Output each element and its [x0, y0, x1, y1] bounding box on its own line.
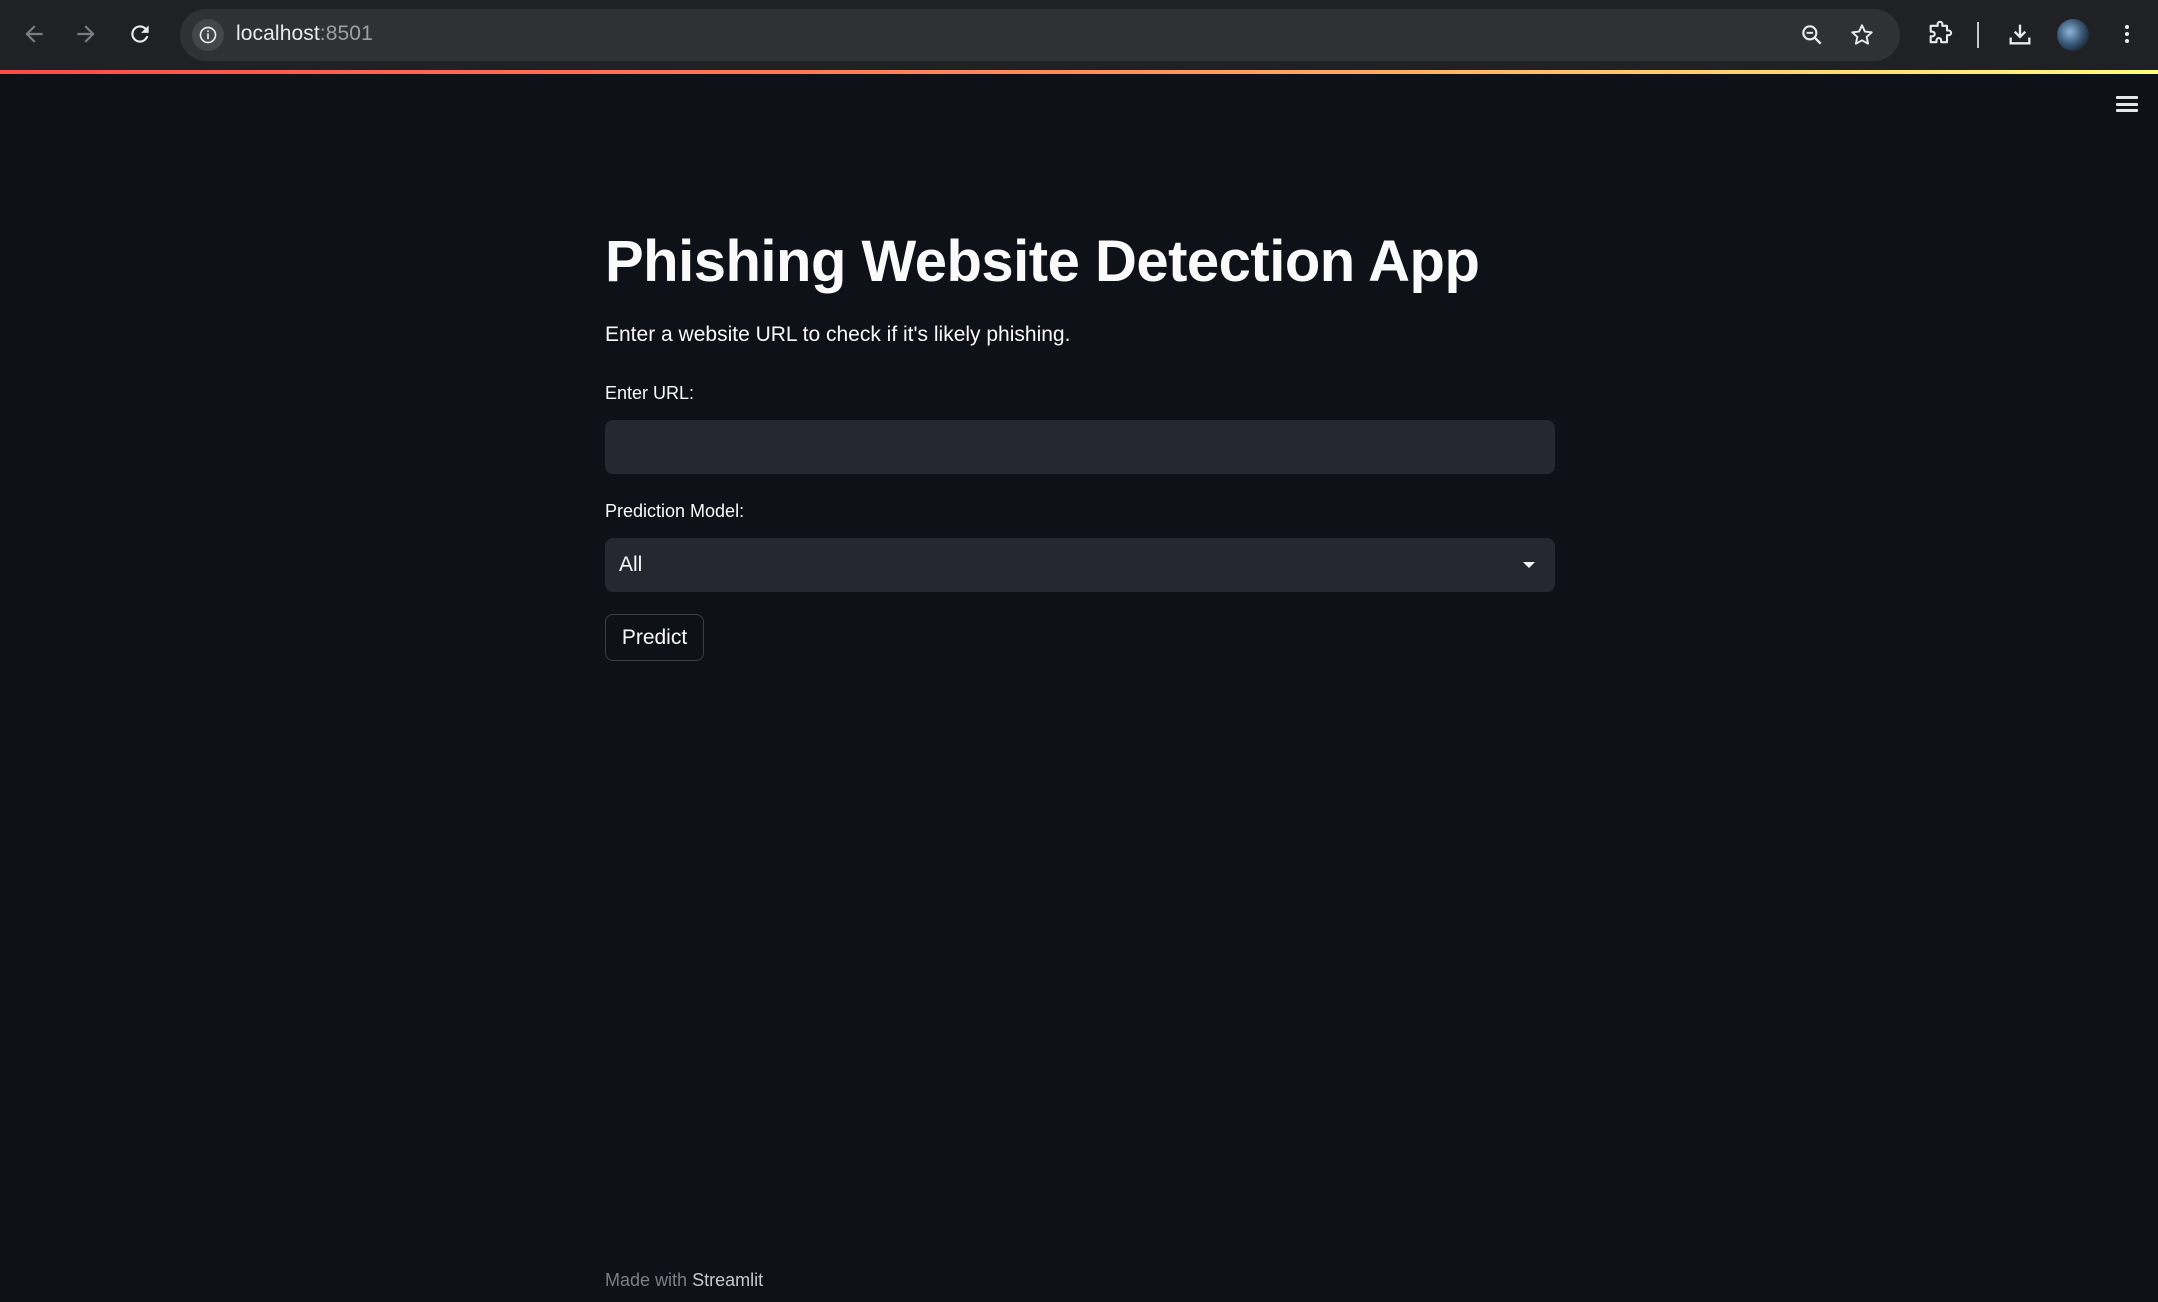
site-info-icon[interactable] — [192, 19, 224, 51]
predict-button[interactable]: Predict — [605, 614, 704, 661]
page-subtitle: Enter a website URL to check if it's lik… — [605, 323, 1071, 346]
toolbar-divider — [1977, 22, 1979, 48]
bookmark-button[interactable] — [1846, 19, 1878, 51]
menu-icon-line — [2116, 96, 2138, 99]
chevron-down-icon — [1519, 555, 1539, 575]
zoom-button[interactable] — [1796, 19, 1828, 51]
menu-icon-line — [2116, 102, 2138, 106]
model-select-label: Prediction Model: — [605, 501, 745, 521]
url-field-label: Enter URL: — [605, 383, 695, 403]
more-vertical-icon — [2125, 25, 2129, 43]
browser-menu-button[interactable] — [2107, 14, 2147, 54]
address-bar[interactable]: localhost:8501 — [180, 9, 1900, 61]
browser-toolbar: localhost:8501 — [0, 0, 2158, 70]
page-title: Phishing Website Detection App — [605, 229, 1480, 294]
forward-button[interactable] — [66, 14, 106, 54]
downloads-button[interactable] — [2000, 14, 2040, 54]
star-icon — [1851, 24, 1873, 45]
address-url: localhost:8501 — [236, 22, 373, 46]
profile-avatar[interactable] — [2057, 19, 2089, 51]
download-icon — [2009, 24, 2031, 45]
model-select[interactable]: All — [605, 538, 1555, 592]
back-button[interactable] — [14, 14, 54, 54]
puzzle-icon — [1929, 20, 1953, 44]
url-port: :8501 — [319, 22, 373, 45]
reload-icon — [131, 25, 149, 43]
reload-button[interactable] — [120, 14, 160, 54]
arrow-right-icon — [77, 25, 95, 43]
url-host: localhost — [236, 22, 320, 45]
model-select-value: All — [619, 553, 643, 576]
arrow-left-icon — [25, 25, 43, 43]
streamlit-link[interactable]: Streamlit — [692, 1270, 763, 1290]
app-decoration-bar — [0, 70, 2158, 74]
zoom-icon — [1802, 25, 1822, 45]
footer-prefix: Made with — [605, 1270, 688, 1290]
footer: Made with Streamlit — [605, 1270, 763, 1291]
url-input[interactable] — [605, 420, 1555, 474]
extensions-button[interactable] — [1920, 14, 1960, 54]
menu-icon-line — [2116, 109, 2138, 112]
app-menu-button[interactable] — [2112, 92, 2142, 116]
